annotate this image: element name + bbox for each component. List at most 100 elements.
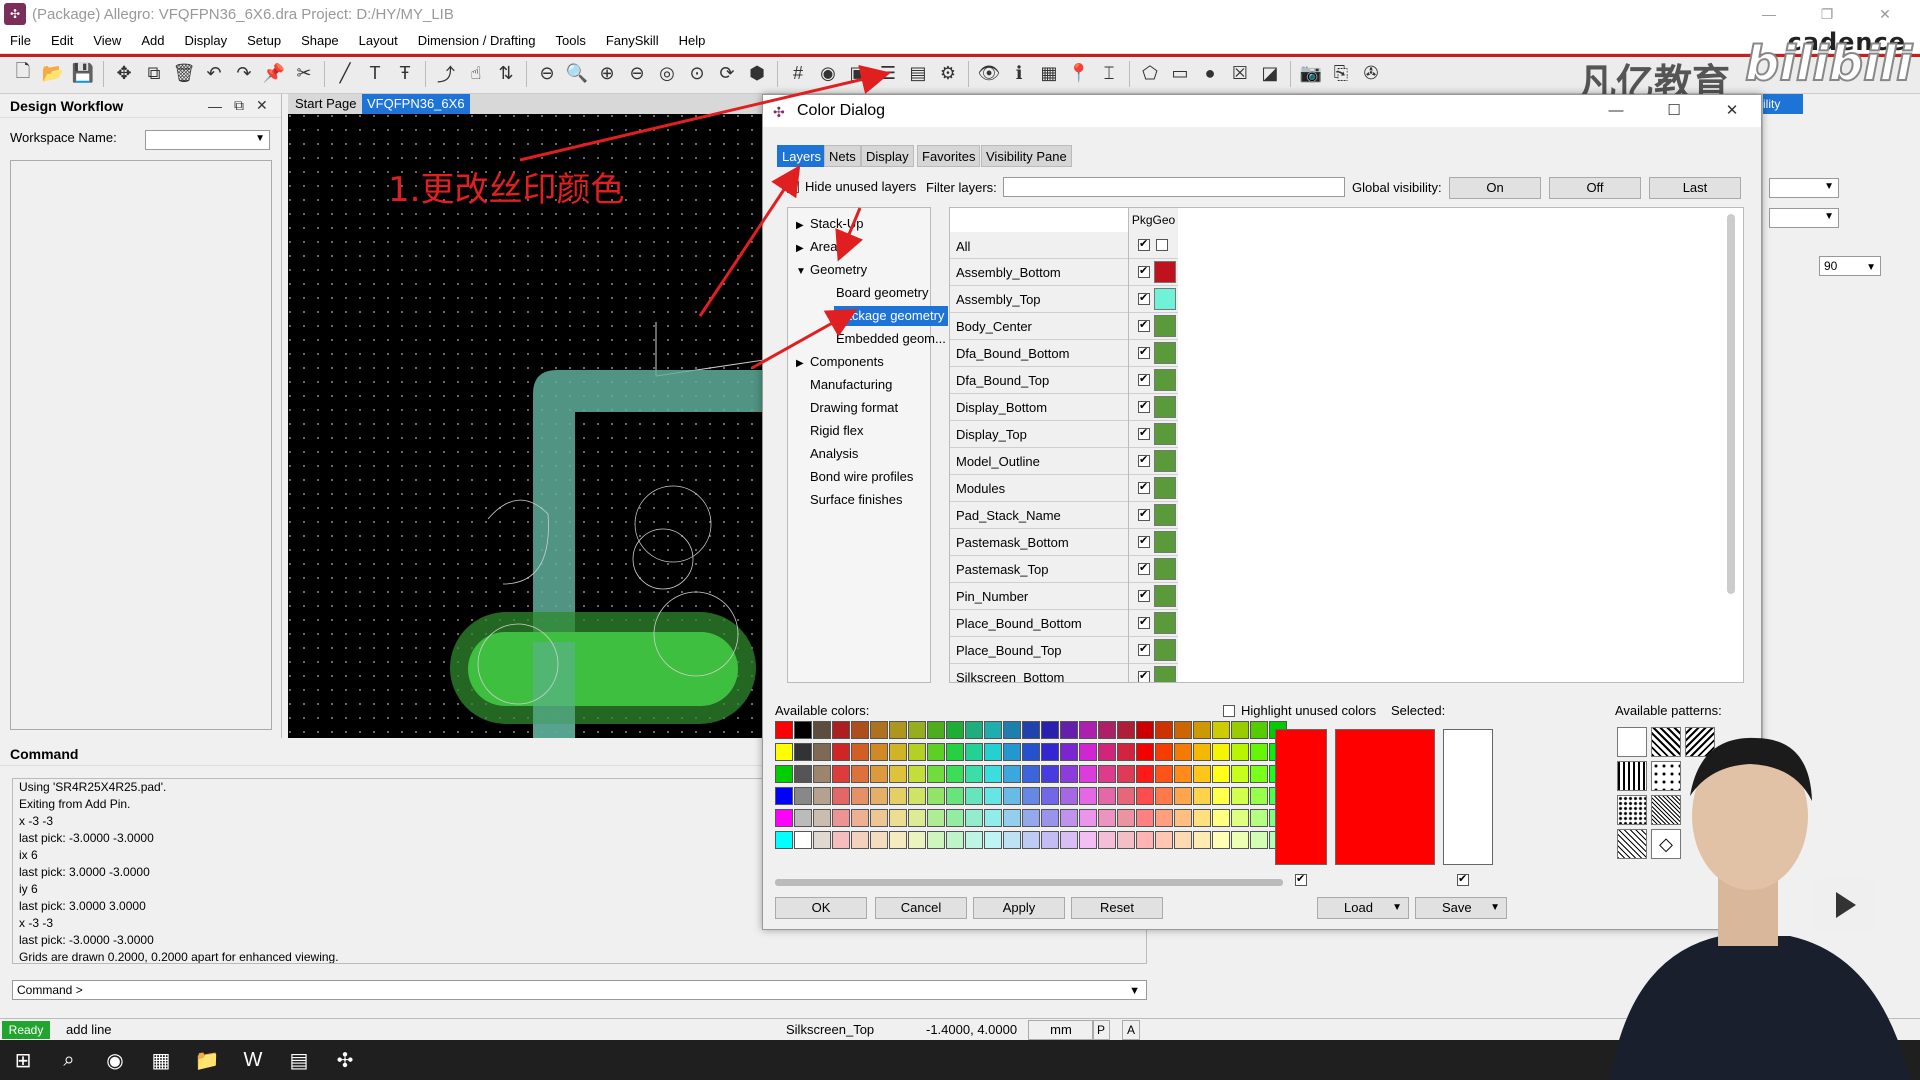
palette-color[interactable] [1155,765,1173,783]
unpin-icon[interactable]: ✂ [291,61,317,87]
palette-color[interactable] [1079,743,1097,761]
tree-item-analysis[interactable]: Analysis [810,444,858,464]
palette-color[interactable] [965,809,983,827]
layer-visibility-checkbox[interactable] [1138,318,1150,332]
minimize-icon[interactable]: — [1746,0,1792,28]
layer-row[interactable]: Place_Bound_Top [950,636,1178,663]
palette-color[interactable] [1155,721,1173,739]
palette-color[interactable] [813,787,831,805]
layer-visibility-checkbox[interactable] [1138,615,1150,629]
menu-dimension[interactable]: Dimension / Drafting [408,33,546,48]
palette-color[interactable] [1098,809,1116,827]
palette-color[interactable] [1193,831,1211,849]
tree-item-rigid-flex[interactable]: Rigid flex [810,421,863,441]
layer-color-swatch[interactable] [1154,531,1176,553]
cancel-button[interactable]: Cancel [875,897,967,919]
palette-color[interactable] [1212,765,1230,783]
chrome-icon[interactable]: ◉ [92,1040,138,1080]
palette-color[interactable] [1117,809,1135,827]
layer-row[interactable]: Silkscreen_Bottom [950,663,1178,682]
palette-color[interactable] [1060,787,1078,805]
tab-layers[interactable]: Layers [777,145,827,167]
zoom-points-icon[interactable]: ⊖ [534,61,560,87]
global-off-button[interactable]: Off [1549,177,1641,199]
palette-color[interactable] [851,721,869,739]
pin-icon[interactable]: 📌 [261,61,287,87]
tree-item-stack-up[interactable]: ▶ Stack-Up [796,214,863,234]
palette-color[interactable] [1060,743,1078,761]
palette-color[interactable] [1212,743,1230,761]
palette-color[interactable] [1174,809,1192,827]
palette-color[interactable] [1060,831,1078,849]
undo-icon[interactable]: ↶ [201,61,227,87]
palette-color[interactable] [1079,765,1097,783]
ok-button[interactable]: OK [775,897,867,919]
palette-color[interactable] [851,743,869,761]
info-icon[interactable]: ℹ [1006,61,1032,87]
layer-color-swatch[interactable] [1154,396,1176,418]
selected-color-swatch[interactable] [1275,729,1327,865]
palette-color[interactable] [1250,721,1268,739]
palette-color[interactable] [1212,787,1230,805]
palette-color[interactable] [1003,809,1021,827]
palette-color[interactable] [1022,721,1040,739]
palette-color[interactable] [908,765,926,783]
hide-unused-checkbox[interactable] [787,180,799,193]
palette-color[interactable] [813,831,831,849]
layer-color-swatch[interactable] [1154,504,1176,526]
palette-color[interactable] [794,721,812,739]
tree-item-surface-finishes[interactable]: Surface finishes [810,490,903,510]
palette-color[interactable] [775,787,793,805]
palette-color[interactable] [889,721,907,739]
menu-fanyskill[interactable]: FanySkill [596,33,669,48]
tree-item-manufacturing[interactable]: Manufacturing [810,375,892,395]
layer-color-swatch[interactable] [1154,261,1176,283]
palette-color[interactable] [1022,765,1040,783]
layer-color-swatch[interactable] [1154,342,1176,364]
tab-visibility[interactable]: ility [1763,94,1803,114]
palette-color[interactable] [794,809,812,827]
palette-color[interactable] [1098,765,1116,783]
selected-apply-checkbox[interactable] [1295,872,1307,886]
zoom-world-icon[interactable]: ◎ [654,61,680,87]
grid-scrollbar[interactable] [1727,214,1735,594]
palette-color[interactable] [1155,743,1173,761]
palette-color[interactable] [870,765,888,783]
tab-start-page[interactable]: Start Page [290,94,361,114]
edit-text-icon[interactable]: Ŧ [392,61,418,87]
palette-color[interactable] [1231,721,1249,739]
delete-icon[interactable]: 🗑 [171,61,197,87]
new-file-icon[interactable]: 🗋 [10,61,36,87]
layer-visibility-checkbox[interactable] [1138,534,1150,548]
palette-color[interactable] [1136,809,1154,827]
menu-add[interactable]: Add [131,33,174,48]
layer-color-swatch[interactable] [1154,666,1176,682]
layer-row[interactable]: Body_Center [950,312,1178,339]
layer-visibility-checkbox[interactable] [1138,291,1150,305]
palette-color[interactable] [832,831,850,849]
palette-color[interactable] [889,765,907,783]
palette-color[interactable] [870,787,888,805]
palette-color[interactable] [1193,809,1211,827]
palette-color[interactable] [908,787,926,805]
global-last-button[interactable]: Last [1649,177,1741,199]
allegro-icon[interactable]: ✣ [322,1040,368,1080]
all-visibility-checkbox[interactable] [1138,237,1150,251]
menu-edit[interactable]: Edit [41,33,83,48]
status-a-button[interactable]: A [1122,1020,1140,1040]
palette-color[interactable] [813,765,831,783]
palette-color[interactable] [1174,787,1192,805]
palette-color[interactable] [1136,721,1154,739]
palette-color[interactable] [1041,721,1059,739]
options-select[interactable]: ▼ [1769,178,1839,198]
restore-icon[interactable]: ❐ [1804,0,1850,28]
palette-color[interactable] [946,721,964,739]
layer-visibility-checkbox[interactable] [1138,588,1150,602]
zoom-center-icon[interactable]: ⊙ [684,61,710,87]
layer-visibility-checkbox[interactable] [1138,264,1150,278]
tab-vfqfpn36[interactable]: VFQFPN36_6X6 [362,94,470,114]
palette-color[interactable] [927,743,945,761]
add-text-icon[interactable]: T [362,61,388,87]
shape-void-icon[interactable]: ☒ [1227,61,1253,87]
palette-color[interactable] [775,831,793,849]
